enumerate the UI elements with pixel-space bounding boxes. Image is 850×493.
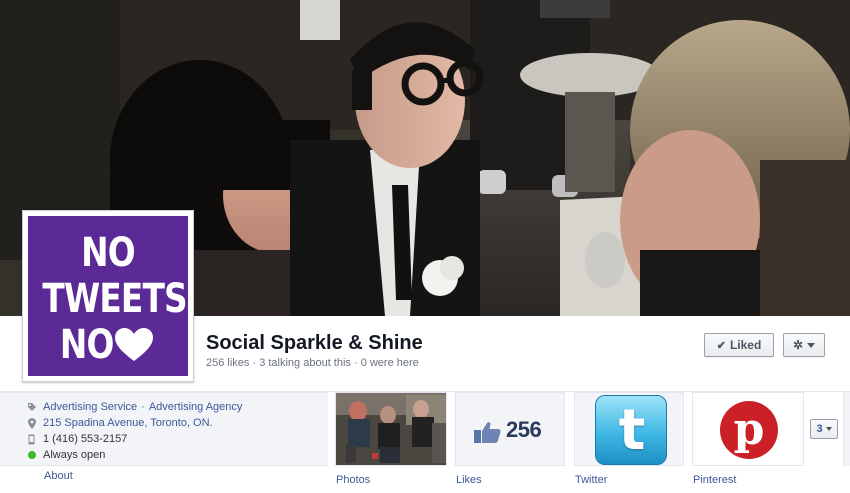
address-row: 215 Spadina Avenue, Toronto, ON. [26, 416, 213, 430]
tag-icon [26, 402, 37, 413]
page-stats: 256 likes · 3 talking about this · 0 wer… [206, 357, 419, 369]
phone-number: 1 (416) 553-2157 [43, 433, 128, 445]
gear-icon: ✲ [792, 338, 804, 352]
profile-text-line: NO [81, 230, 136, 276]
app-label-likes[interactable]: Likes [456, 474, 482, 486]
facebook-page: NO TWEETS NO Social Sparkle & Shine 256 … [0, 0, 850, 493]
category-row: Advertising Service · Advertising Agency [26, 400, 242, 414]
profile-picture[interactable]: NO TWEETS NO [22, 210, 194, 382]
profile-picture-image: NO TWEETS NO [28, 216, 188, 376]
about-link[interactable]: About [44, 470, 73, 482]
address-link[interactable]: 215 Spadina Avenue, Toronto, ON. [43, 417, 213, 429]
liked-label: Liked [729, 338, 762, 352]
hours-text: Always open [43, 449, 106, 461]
category-separator: · [141, 401, 145, 413]
app-pinterest[interactable]: p [692, 392, 804, 466]
app-twitter[interactable]: t [574, 392, 684, 466]
more-apps-button[interactable]: 3 [810, 419, 838, 439]
category-link-1[interactable]: Advertising Service [43, 401, 137, 413]
hours-row: Always open [26, 448, 105, 462]
page-title[interactable]: Social Sparkle & Shine [206, 332, 423, 355]
app-label-photos[interactable]: Photos [336, 474, 370, 486]
about-box: Advertising Service · Advertising Agency… [0, 392, 328, 466]
more-apps-count: 3 [816, 423, 823, 435]
thumbs-up-icon [474, 422, 501, 443]
app-label-twitter[interactable]: Twitter [575, 474, 607, 486]
app-photos[interactable] [335, 392, 447, 466]
chevron-down-icon [807, 342, 816, 348]
profile-text-line: TWEETS [42, 276, 187, 322]
category-link-2[interactable]: Advertising Agency [149, 401, 243, 413]
likes-count: 256 [506, 417, 542, 442]
photo-thumbnail [336, 393, 446, 465]
pinterest-icon: p [720, 401, 778, 459]
heart-icon [115, 328, 153, 361]
checkmark-icon: ✔ [716, 339, 726, 352]
twitter-icon: t [595, 395, 667, 465]
phone-icon [26, 434, 37, 445]
app-tile-partial [843, 392, 850, 466]
open-status-icon [26, 450, 37, 461]
chevron-down-icon [825, 427, 832, 431]
app-likes[interactable]: 256 [455, 392, 565, 466]
page-settings-button[interactable]: ✲ [783, 333, 825, 357]
phone-row: 1 (416) 553-2157 [26, 432, 127, 446]
app-label-pinterest[interactable]: Pinterest [693, 474, 736, 486]
map-pin-icon [26, 417, 37, 429]
liked-button[interactable]: ✔ Liked [704, 333, 774, 357]
